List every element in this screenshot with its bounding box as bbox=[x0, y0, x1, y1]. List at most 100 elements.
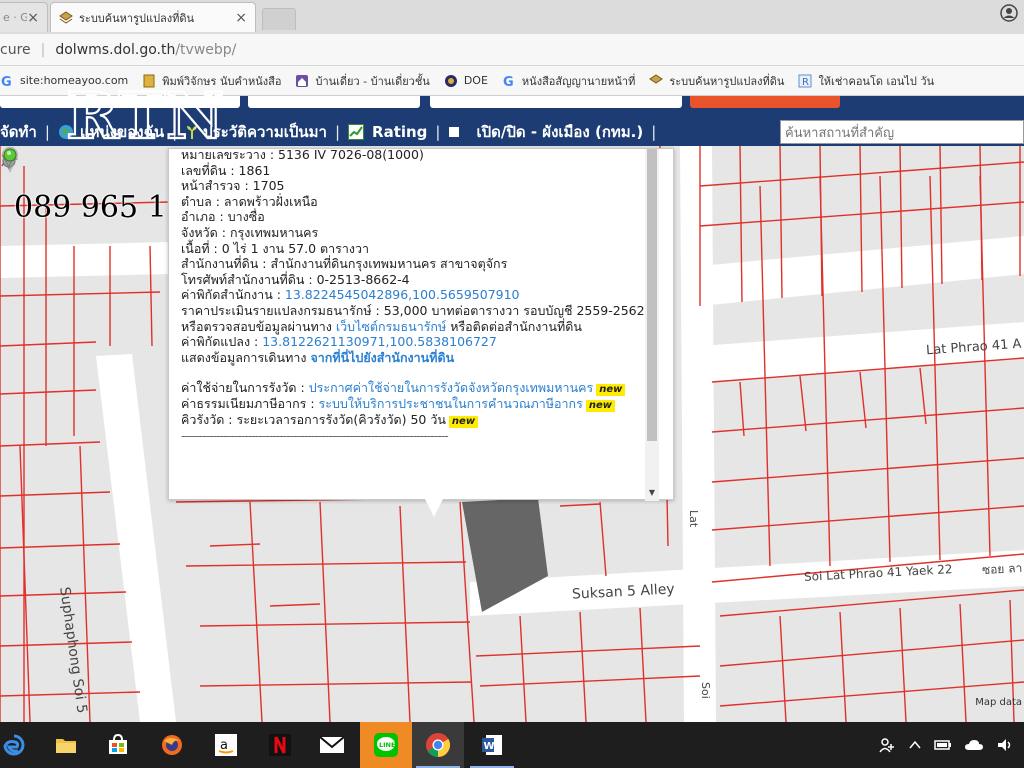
subdistrict: ตำบล : ลาดพร้าวฝั่งเหนือ bbox=[181, 193, 318, 209]
people-icon[interactable] bbox=[878, 736, 896, 754]
survey-cost-link[interactable]: ประกาศค่าใช้จ่ายในการรังวัดจังหวัดกรุงเท… bbox=[309, 380, 594, 395]
close-icon[interactable]: × bbox=[235, 10, 247, 26]
menu-item-label: เปิด/ปิด - ผังเมือง (กทม.) bbox=[476, 123, 644, 141]
chevron-up-icon[interactable] bbox=[908, 738, 922, 752]
directions-link[interactable]: จากที่นี่ไปยังสำนักงานที่ดิน bbox=[310, 350, 454, 365]
scroll-down-icon[interactable]: ▼ bbox=[647, 489, 657, 497]
bookmark-label: หนังสือสัญญานายหน้าที่ bbox=[521, 74, 636, 88]
menu-separator: | bbox=[44, 123, 50, 141]
land-icon bbox=[59, 10, 73, 24]
bookmark-item[interactable]: บ้านเดี่ยว - บ้านเดี่ยวชั้น bbox=[295, 72, 430, 90]
directions-label: แสดงข้อมูลการเดินทาง bbox=[181, 349, 311, 365]
tab-active-title: ระบบค้นหารูปแปลงที่ดิน bbox=[79, 11, 195, 25]
treasury-website-link[interactable]: เว็บไซต์กรมธนารักษ์ bbox=[336, 319, 446, 334]
taskbar-netflix[interactable] bbox=[254, 722, 306, 768]
svg-text:LINE: LINE bbox=[379, 741, 395, 749]
parcel-number: เลขที่ดิน : 1861 bbox=[181, 162, 271, 178]
system-tray bbox=[844, 722, 1024, 768]
menu-item-rating[interactable]: Rating bbox=[348, 123, 427, 141]
land-area: เนื้อที่ : 0 ไร่ 1 งาน 57.0 ตารางวา bbox=[181, 240, 370, 256]
bookmark-item[interactable]: R ให้เช่าคอนโด เอนไป วัน bbox=[798, 72, 934, 90]
appraised-price: ราคาประเมินรายแปลงกรมธนารักษ์ : 53,000 บ… bbox=[181, 302, 645, 318]
map-marker-icon[interactable] bbox=[0, 146, 20, 174]
url-text[interactable]: dolwms.dol.go.th/tvwebp/ bbox=[55, 42, 236, 58]
tab-previous[interactable]: e · G × bbox=[0, 2, 48, 32]
taskbar-file-explorer[interactable] bbox=[40, 722, 92, 768]
mail-icon bbox=[319, 736, 345, 753]
bookmark-label: ให้เช่าคอนโด เอนไป วัน bbox=[818, 74, 935, 88]
taskbar: a LINE W bbox=[0, 722, 1024, 768]
tax-fee-link[interactable]: ระบบให้บริการประชาชนในการคำนวณภาษีอากร bbox=[319, 396, 583, 411]
province: จังหวัด : กรุงเทพมหานคร bbox=[181, 224, 319, 240]
square-icon bbox=[449, 127, 460, 137]
top-search-field[interactable] bbox=[248, 96, 420, 108]
taskbar-line[interactable]: LINE bbox=[360, 722, 412, 768]
menu-item-label: จัดทำ bbox=[0, 123, 37, 141]
home-icon bbox=[296, 74, 309, 87]
bookmark-label: ระบบค้นหารูปแปลงที่ดิน bbox=[669, 74, 785, 88]
rtn-logo: RTN bbox=[65, 78, 225, 152]
menu-separator: | bbox=[334, 123, 341, 141]
secure-label: cure bbox=[0, 41, 31, 58]
popup-scrollbar[interactable]: ▼ bbox=[645, 149, 659, 501]
treasury-check: หรือตรวจสอบข้อมูลผ่านทาง เว็บไซต์กรมธนาร… bbox=[181, 319, 647, 335]
office-coordinates-link[interactable]: 13.8224545042896,100.5659507910 bbox=[285, 287, 520, 302]
url-path: /tvwebp/ bbox=[175, 41, 237, 58]
address-bar[interactable]: cure | dolwms.dol.go.th/tvwebp/ bbox=[0, 34, 1024, 66]
map-sheet-number: หมายเลขระวาง : 5136 IV 7026-08(1000) bbox=[181, 149, 424, 162]
new-badge: new bbox=[448, 416, 479, 429]
new-badge: new bbox=[596, 384, 626, 397]
street-label: Lat bbox=[687, 510, 700, 528]
tax-fee-label: ค่าธรรมเนียมภาษีอากร : bbox=[181, 396, 319, 412]
parcel-info-popup: หมายเลขระวาง : 5136 IV 7026-08(1000) เลข… bbox=[168, 148, 674, 501]
top-search-button[interactable] bbox=[690, 96, 840, 108]
taskbar-word[interactable]: W bbox=[466, 722, 518, 768]
bookmark-item[interactable]: ระบบค้นหารูปแปลงที่ดิน bbox=[649, 72, 784, 90]
taskbar-amazon[interactable]: a bbox=[200, 722, 252, 768]
url-separator: | bbox=[40, 41, 46, 58]
menu-item-zoning[interactable]: เปิด/ปิด - ผังเมือง (กทม.) bbox=[448, 120, 643, 144]
svg-text:G: G bbox=[503, 75, 514, 88]
parcel-coordinates-link[interactable]: 13.8122621130971,100.5838106727 bbox=[262, 334, 497, 349]
taskbar-mail[interactable] bbox=[306, 722, 358, 768]
menu-item-label: Rating bbox=[372, 123, 428, 141]
doe-seal-icon bbox=[444, 74, 457, 87]
office-coordinates: ค่าพิกัดสำนักงาน : 13.8224545042896,100.… bbox=[181, 287, 647, 303]
google-icon: G bbox=[1, 75, 12, 88]
top-search-field[interactable] bbox=[430, 96, 682, 108]
map-drawing-toolbar bbox=[0, 152, 160, 176]
cloud-icon[interactable] bbox=[964, 738, 984, 752]
profile-icon[interactable] bbox=[1000, 4, 1018, 22]
land-office: สำนักงานที่ดิน : สำนักงานที่ดินกรุงเทพมห… bbox=[181, 256, 508, 272]
parcel-coordinates-label: ค่าพิกัดแปลง : bbox=[181, 334, 263, 350]
bookmark-item[interactable]: DOE bbox=[444, 74, 488, 88]
close-icon[interactable]: × bbox=[27, 10, 39, 26]
new-tab-button[interactable] bbox=[262, 8, 296, 30]
taskbar-chrome[interactable] bbox=[412, 722, 464, 768]
svg-text:G: G bbox=[1, 75, 12, 88]
tab-active[interactable]: ระบบค้นหารูปแปลงที่ดิน × bbox=[50, 2, 256, 32]
google-icon: G bbox=[503, 75, 514, 88]
menu-item-manage[interactable]: จัดทำ bbox=[0, 120, 37, 144]
district: อำเภอ : บางซื่อ bbox=[181, 209, 265, 225]
svg-text:W: W bbox=[484, 741, 495, 752]
place-search-input[interactable] bbox=[780, 120, 1024, 144]
office-coordinates-label: ค่าพิกัดสำนักงาน : bbox=[181, 287, 285, 303]
bookmark-item[interactable]: G หนังสือสัญญานายหน้าที่ bbox=[502, 72, 635, 90]
survey-queue: คิวรังวัด : ระยะเวลารอการรังวัด(คิวรังวั… bbox=[181, 412, 647, 429]
taskbar-store[interactable] bbox=[92, 722, 144, 768]
taskbar-firefox[interactable] bbox=[146, 722, 198, 768]
survey-queue-text: คิวรังวัด : ระยะเวลารอการรังวัด(คิวรังวั… bbox=[181, 412, 446, 428]
battery-icon[interactable] bbox=[934, 738, 952, 752]
taskbar-edge[interactable] bbox=[0, 722, 40, 768]
bookmark-label: DOE bbox=[463, 74, 488, 87]
amazon-icon: a bbox=[215, 734, 237, 756]
edge-icon bbox=[3, 734, 25, 756]
store-icon bbox=[109, 734, 127, 754]
survey-page: หน้าสำรวจ : 1705 bbox=[181, 178, 285, 194]
netflix-icon bbox=[269, 734, 291, 756]
chart-icon bbox=[348, 124, 365, 140]
volume-icon[interactable] bbox=[996, 737, 1014, 753]
scrollbar-thumb[interactable] bbox=[647, 149, 657, 441]
